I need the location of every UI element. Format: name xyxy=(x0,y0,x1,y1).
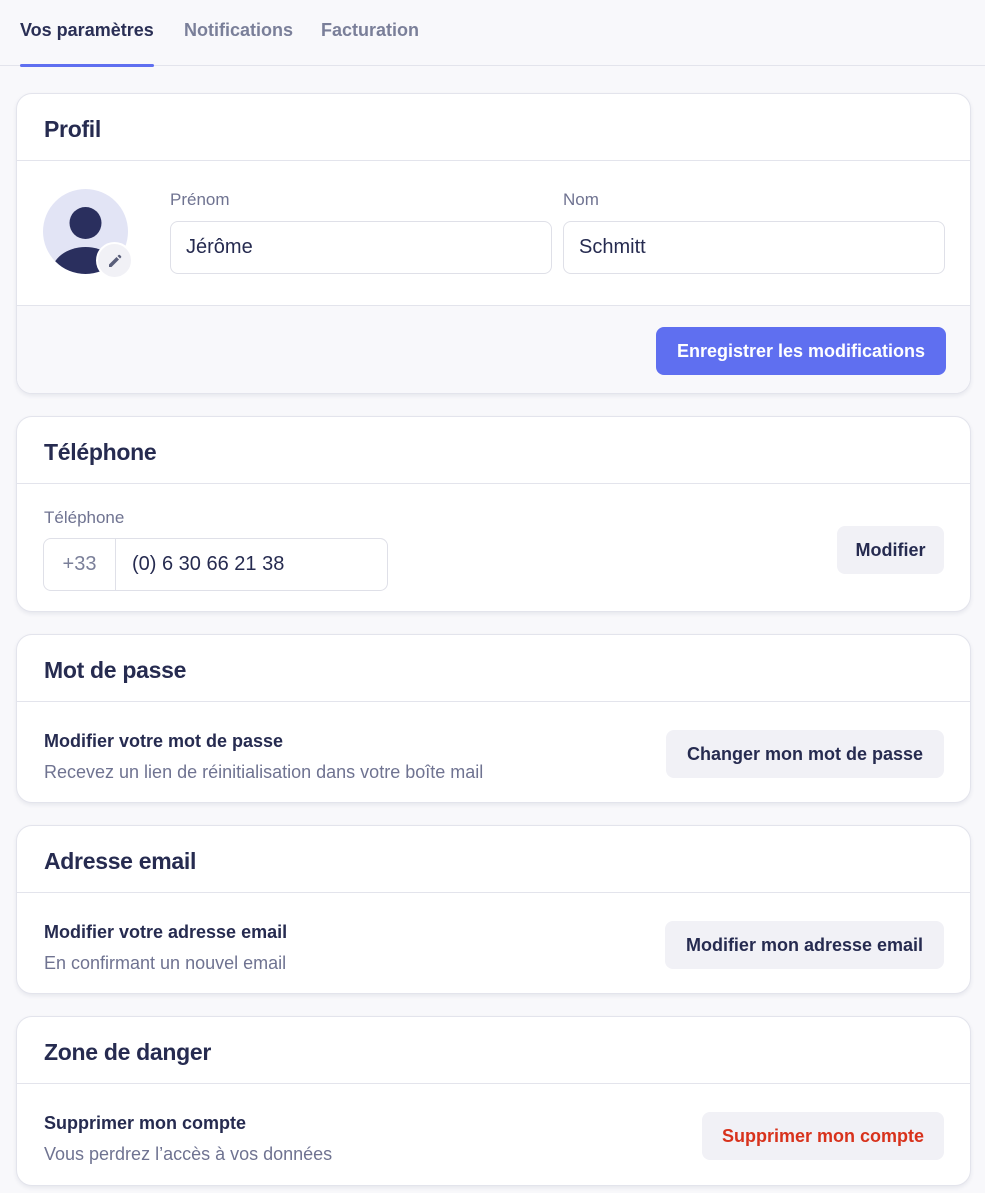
password-row-title: Modifier votre mot de passe xyxy=(44,731,284,751)
phone-card: Téléphone Téléphone +33 (0) 6 30 66 21 3… xyxy=(16,416,971,612)
country-code[interactable]: +33 xyxy=(44,539,116,590)
profile-card: Profil Prénom Jérôme Nom Schmitt Enregis… xyxy=(16,93,971,394)
email-row-title: Modifier votre adresse email xyxy=(44,922,288,942)
danger-zone-card-header: Zone de danger xyxy=(17,1017,970,1084)
settings-tabs: Vos paramètres Notifications Facturation xyxy=(0,0,985,67)
phone-field-label: Téléphone xyxy=(44,508,125,527)
last-name-label: Nom xyxy=(563,190,599,209)
tab-facturation[interactable]: Facturation xyxy=(321,20,419,66)
password-card-header: Mot de passe xyxy=(17,635,970,702)
phone-card-header: Téléphone xyxy=(17,417,970,484)
last-name-input[interactable]: Schmitt xyxy=(563,221,945,274)
password-row-description: Recevez un lien de réinitialisation dans… xyxy=(44,762,484,782)
tab-notifications[interactable]: Notifications xyxy=(184,20,293,66)
first-name-label: Prénom xyxy=(170,190,230,209)
profile-card-footer: Enregistrer les modifications xyxy=(17,305,970,393)
danger-zone-card: Zone de danger Supprimer mon compte Vous… xyxy=(16,1016,971,1186)
tab-vos-parametres[interactable]: Vos paramètres xyxy=(20,20,154,67)
email-row-description: En confirmant un nouvel email xyxy=(44,953,287,973)
phone-number-input[interactable]: (0) 6 30 66 21 38 xyxy=(116,539,387,590)
delete-account-row-description: Vous perdrez l’accès à vos données xyxy=(44,1144,333,1164)
change-password-button[interactable]: Changer mon mot de passe xyxy=(666,730,944,778)
email-card: Adresse email Modifier votre adresse ema… xyxy=(16,825,971,994)
delete-account-row-title: Supprimer mon compte xyxy=(44,1113,247,1133)
profile-card-title: Profil xyxy=(44,116,101,142)
email-card-header: Adresse email xyxy=(17,826,970,893)
save-changes-button[interactable]: Enregistrer les modifications xyxy=(656,327,946,375)
profile-card-header: Profil xyxy=(17,94,970,161)
change-email-button[interactable]: Modifier mon adresse email xyxy=(665,921,944,969)
danger-zone-card-title: Zone de danger xyxy=(44,1039,212,1065)
email-card-title: Adresse email xyxy=(44,848,197,874)
password-card: Mot de passe Modifier votre mot de passe… xyxy=(16,634,971,803)
edit-avatar-button[interactable] xyxy=(96,242,133,279)
first-name-input[interactable]: Jérôme xyxy=(170,221,552,274)
phone-card-title: Téléphone xyxy=(44,439,157,465)
phone-input-group: +33 (0) 6 30 66 21 38 xyxy=(43,538,388,591)
edit-phone-button[interactable]: Modifier xyxy=(837,526,944,574)
password-card-title: Mot de passe xyxy=(44,657,187,683)
pencil-icon xyxy=(108,254,121,267)
delete-account-button[interactable]: Supprimer mon compte xyxy=(702,1112,944,1160)
avatar[interactable] xyxy=(43,189,133,279)
